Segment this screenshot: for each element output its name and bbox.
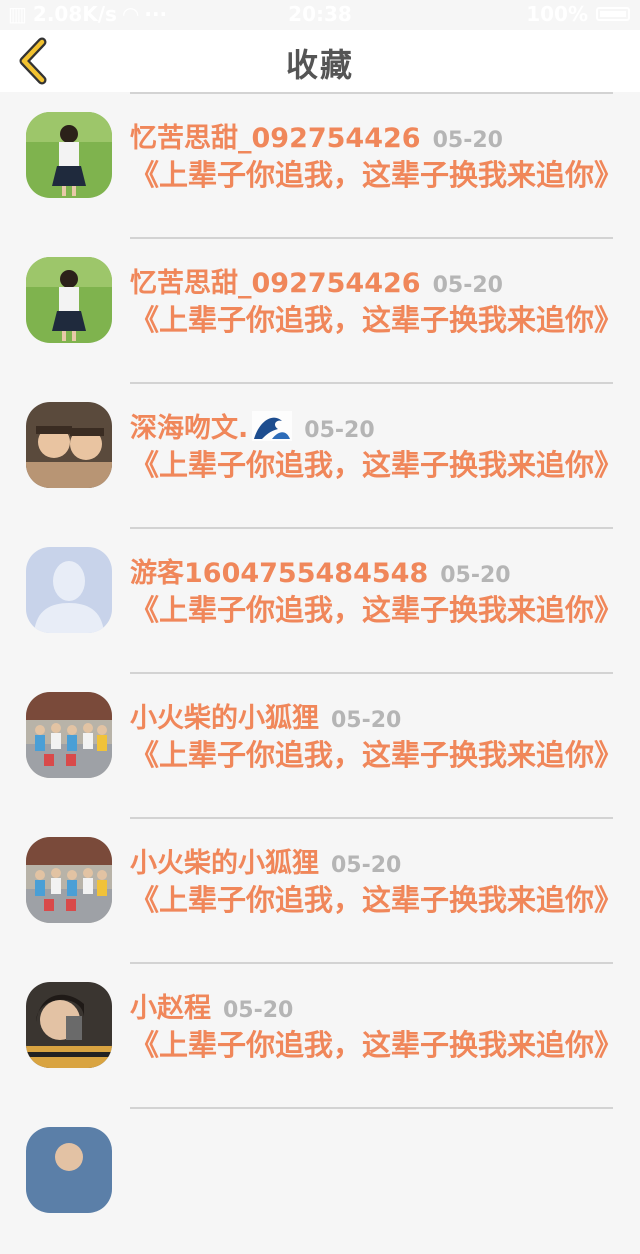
date: 05-20 xyxy=(223,998,294,1023)
list-item[interactable]: 忆苦思甜_092754426 05-20 《上辈子你追我，这辈子换我来追你》 xyxy=(0,239,640,384)
battery-icon xyxy=(596,7,630,21)
avatar[interactable] xyxy=(26,1127,112,1213)
message-text: 《上辈子你追我，这辈子换我来追你》 xyxy=(130,303,624,337)
username-text: 深海吻文. xyxy=(130,413,249,444)
avatar[interactable] xyxy=(26,547,112,633)
date: 05-20 xyxy=(432,273,503,298)
battery-percent: 100% xyxy=(526,2,588,26)
date: 05-20 xyxy=(331,708,402,733)
username[interactable]: 小赵程 05-20 xyxy=(130,986,293,1025)
avatar[interactable] xyxy=(26,837,112,923)
username-text: 小赵程 xyxy=(130,993,211,1024)
message-text: 《上辈子你追我，这辈子换我来追你》 xyxy=(130,1028,624,1062)
message-text: 《上辈子你追我，这辈子换我来追你》 xyxy=(130,738,624,772)
message-text: 《上辈子你追我，这辈子换我来追你》 xyxy=(130,448,624,482)
wave-icon xyxy=(252,411,293,448)
username-text: 小火柴的小狐狸 xyxy=(130,703,319,734)
favorites-list: 忆苦思甜_092754426 05-20 《上辈子你追我，这辈子换我来追你》 忆苦… xyxy=(0,94,640,1254)
list-item-partial[interactable] xyxy=(0,1109,640,1254)
list-item[interactable]: 深海吻文. 05-20 《上辈子你追我，这辈子换我来追你》 xyxy=(0,384,640,529)
list-item[interactable]: 游客1604755484548 05-20 《上辈子你追我，这辈子换我来追你》 xyxy=(0,529,640,674)
page-title: 收藏 xyxy=(285,46,354,84)
date: 05-20 xyxy=(331,853,402,878)
list-item[interactable]: 小火柴的小狐狸 05-20 《上辈子你追我，这辈子换我来追你》 xyxy=(0,819,640,964)
avatar[interactable] xyxy=(26,112,112,198)
username[interactable]: 小火柴的小狐狸 05-20 xyxy=(130,841,401,880)
avatar[interactable] xyxy=(26,692,112,778)
list-item[interactable]: 小赵程 05-20 《上辈子你追我，这辈子换我来追你》 xyxy=(0,964,640,1109)
username-text: 忆苦思甜_092754426 xyxy=(130,268,421,299)
status-bar: ▥ 2.08K/s ◠ ··· 20:38 100% xyxy=(0,0,640,30)
date: 05-20 xyxy=(304,418,375,443)
status-right: 100% xyxy=(526,2,630,26)
username[interactable]: 忆苦思甜_092754426 05-20 xyxy=(130,116,503,155)
username[interactable]: 小火柴的小狐狸 05-20 xyxy=(130,696,401,735)
username[interactable]: 忆苦思甜_092754426 05-20 xyxy=(130,261,503,300)
username-text: 忆苦思甜_092754426 xyxy=(130,123,421,154)
avatar[interactable] xyxy=(26,257,112,343)
list-item[interactable]: 小火柴的小狐狸 05-20 《上辈子你追我，这辈子换我来追你》 xyxy=(0,674,640,819)
message-text: 《上辈子你追我，这辈子换我来追你》 xyxy=(130,883,624,917)
date: 05-20 xyxy=(440,563,511,588)
username-text: 游客1604755484548 xyxy=(130,558,429,589)
message-text: 《上辈子你追我，这辈子换我来追你》 xyxy=(130,593,624,627)
username[interactable]: 游客1604755484548 05-20 xyxy=(130,551,511,590)
list-item[interactable]: 忆苦思甜_092754426 05-20 《上辈子你追我，这辈子换我来追你》 xyxy=(0,94,640,239)
message-text: 《上辈子你追我，这辈子换我来追你》 xyxy=(130,158,624,192)
avatar[interactable] xyxy=(26,982,112,1068)
avatar[interactable] xyxy=(26,402,112,488)
date: 05-20 xyxy=(432,128,503,153)
nav-bar: 收藏 xyxy=(0,30,640,92)
username-text: 小火柴的小狐狸 xyxy=(130,848,319,879)
username[interactable]: 深海吻文. 05-20 xyxy=(130,406,375,448)
